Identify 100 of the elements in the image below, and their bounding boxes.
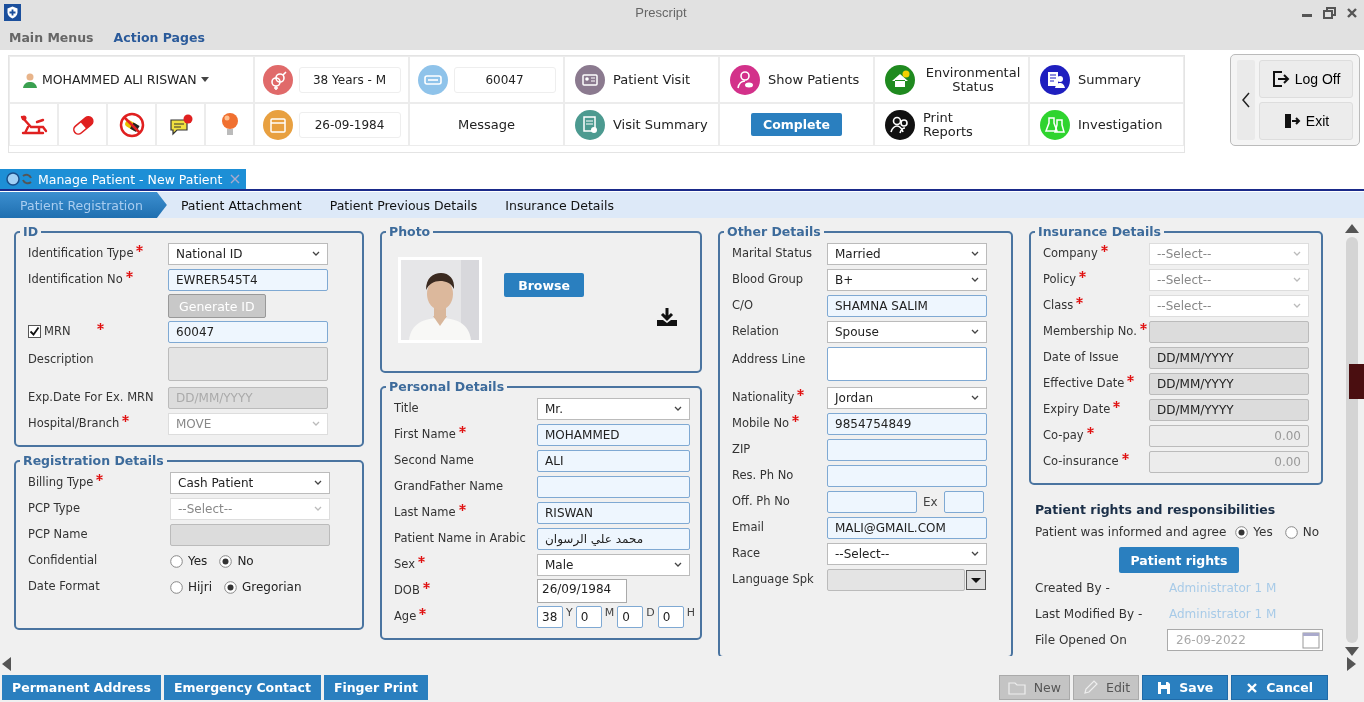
document-tab[interactable]: Manage Patient - New Patient [0,169,247,189]
dropdown[interactable]: Cash Patient [170,472,330,494]
text-field[interactable]: محمد علي الرسوان [537,528,690,550]
radio-option[interactable]: No [1284,525,1319,539]
dropdown[interactable]: Mr. [537,398,690,420]
section-tab[interactable]: Emergency Contact [163,675,321,700]
text-field[interactable]: DD/MM/YYYY [1149,373,1309,395]
section-title: Other Details [726,224,822,239]
form-tab[interactable]: Insurance Details [491,192,628,218]
message-link[interactable]: Message [458,117,515,132]
action-button[interactable]: Cancel [1231,675,1328,700]
user-icon [22,71,38,88]
chevron-left-icon[interactable] [1241,91,1251,109]
text-field[interactable] [943,491,984,513]
text-field[interactable] [827,491,917,513]
text-field[interactable] [537,476,690,498]
field-label: Expiry Date [1043,402,1111,416]
scroll-up-icon[interactable] [1345,224,1359,233]
radio-option[interactable]: Gregorian [223,580,302,594]
scroll-left-icon[interactable] [2,657,11,671]
dropdown[interactable]: Male [537,554,690,576]
radio-option[interactable]: Yes [1235,525,1273,539]
scrollbar-thumb[interactable] [1346,237,1358,643]
radio-button[interactable] [170,580,183,594]
text-field[interactable] [1149,321,1309,343]
text-field[interactable]: 9854754849 [827,413,987,435]
text-field[interactable]: EWRER545T4 [168,269,328,291]
toolbar-link[interactable]: Patient Visit [613,72,691,87]
radio-button[interactable] [1235,525,1249,539]
toolbar-link[interactable]: Investigation [1078,117,1163,132]
light-bulb-icon[interactable] [219,111,240,138]
dropdown[interactable]: National ID [168,243,328,265]
radio-button[interactable] [219,554,233,568]
unit-label: D [645,606,655,619]
restore-icon[interactable] [1323,6,1336,19]
side-handle[interactable] [1349,364,1364,399]
text-field[interactable]: DD/MM/YYYY [1149,347,1309,369]
toolbar-link[interactable]: Summary [1078,72,1141,87]
window-title: Prescript [634,5,688,20]
folder-icon [1007,680,1026,695]
dropdown[interactable]: --Select-- [827,543,987,565]
field-label: Co-pay [1043,428,1084,442]
close-icon[interactable] [1346,6,1358,19]
scroll-right-icon[interactable] [1347,657,1356,671]
field-label: Last Name [394,505,456,519]
dropdown[interactable]: Jordan [827,387,987,409]
info-label: File Opened On [1035,633,1128,647]
radio-button[interactable] [223,580,237,594]
download-icon[interactable] [656,307,678,327]
chat-alert-icon[interactable] [167,112,194,137]
browse-button[interactable]: Browse [504,273,584,297]
section-title: Personal Details [388,379,506,394]
number-field[interactable]: 0 [575,606,602,628]
complete-button[interactable]: Complete [751,113,842,136]
text-field[interactable]: ALI [537,450,690,472]
text-field[interactable]: MALI@GMAIL.COM [827,517,987,539]
patient-rights-button[interactable]: Patient rights [1118,547,1240,573]
text-field[interactable]: 60047 [168,321,328,343]
dropdown[interactable]: Spouse [827,321,987,343]
section-title: Insurance Details [1037,224,1162,239]
number-field[interactable]: 0 [657,606,684,628]
form-tab[interactable]: Patient Previous Details [315,192,492,218]
text-area[interactable] [827,347,987,381]
text-field[interactable]: MOHAMMED [537,424,690,446]
no-drug-icon[interactable] [118,111,145,138]
field-label: Class [1043,298,1074,312]
radio-option[interactable]: No [219,554,254,568]
section-tab[interactable]: Permanent Address [2,675,161,700]
dropdown[interactable]: B+ [827,269,987,291]
session-button[interactable]: Exit [1259,102,1353,140]
action-button[interactable]: Save [1142,675,1229,700]
document-icon [1040,64,1070,95]
toolbar-link[interactable]: Show Patients [768,72,860,87]
radio-option[interactable]: Hijri [170,580,212,594]
form-tab[interactable]: Patient Attachment [166,192,316,218]
text-field[interactable]: RISWAN [537,502,690,524]
field-label: Language Spk [732,572,814,586]
number-field[interactable]: 38 [537,606,563,628]
session-button[interactable]: Log Off [1259,60,1353,98]
checkbox[interactable] [28,324,41,338]
radio-option[interactable]: Yes [170,554,208,568]
field-label: Billing Type [28,475,94,489]
field-label: ZIP [732,442,751,456]
date-field[interactable]: 26/09/1984 [537,579,627,603]
text-field[interactable] [170,524,330,546]
field-label: Nationality [732,390,795,404]
menu-tab[interactable]: Main Menus [9,30,94,45]
text-field[interactable]: DD/MM/YYYY [1149,399,1309,421]
dropdown-button[interactable] [966,570,986,590]
text-field[interactable] [827,439,987,461]
field-label: PCP Type [28,501,80,515]
number-field[interactable]: 0 [617,606,644,628]
menu-tab[interactable]: Action Pages [113,30,205,45]
radio-button[interactable] [170,554,183,568]
text-field[interactable]: SHAMNA SALIM [827,295,987,317]
text-field[interactable] [827,465,987,487]
dropdown[interactable]: Married [827,243,987,265]
section-tab[interactable]: Finger Print [323,675,429,700]
text-field[interactable] [827,569,965,591]
radio-button[interactable] [1284,525,1298,539]
